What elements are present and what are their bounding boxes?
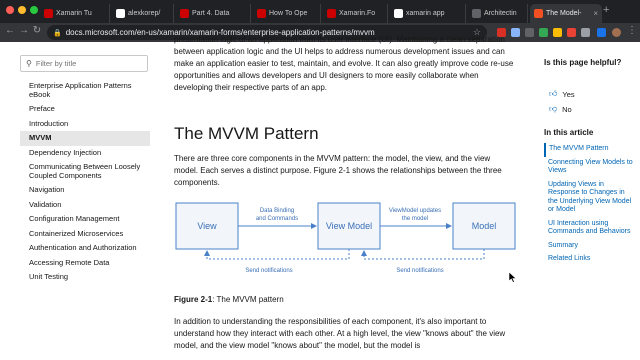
tab-title: Xamarin Tu xyxy=(56,10,92,17)
close-window-button[interactable] xyxy=(6,6,14,14)
toc-link[interactable]: Connecting View Models to Views xyxy=(544,157,636,179)
filter-box[interactable]: ⚲ xyxy=(20,55,148,72)
browser-tab[interactable]: alexkorep/ xyxy=(112,4,174,23)
nav-item[interactable]: Configuration Management xyxy=(20,212,150,227)
filter-input[interactable] xyxy=(35,59,136,68)
notify-view-arrow xyxy=(204,249,350,260)
figure-caption: Figure 2-1: The MVVM pattern xyxy=(174,295,284,304)
tab-favicon-icon xyxy=(394,9,403,18)
nav-item[interactable]: Dependency Injection xyxy=(20,146,150,161)
nav-item[interactable]: Accessing Remote Data xyxy=(20,256,150,271)
new-tab-button[interactable]: + xyxy=(603,4,609,16)
nav-item[interactable]: Communicating Between Loosely Coupled Co… xyxy=(20,160,150,183)
filter-icon: ⚲ xyxy=(26,59,32,68)
nav-item[interactable]: Validation xyxy=(20,198,150,213)
nav-item[interactable]: Preface xyxy=(20,102,150,117)
browser-tab[interactable]: How To Ope xyxy=(253,4,321,23)
vm-updates-label-2: the model xyxy=(402,216,428,222)
close-tab-icon[interactable]: × xyxy=(593,9,598,18)
nav-item[interactable]: Navigation xyxy=(20,183,150,198)
tab-favicon-icon xyxy=(472,9,481,18)
in-this-article-heading: In this article xyxy=(544,128,594,137)
toc-link[interactable]: Related Links xyxy=(544,253,636,267)
browser-tab[interactable]: The Model- × xyxy=(530,4,602,23)
model-label: Model xyxy=(472,221,497,231)
tab-favicon-icon xyxy=(327,9,336,18)
extension-icon[interactable] xyxy=(553,28,562,37)
thumbs-up-icon: 👍︎ xyxy=(549,89,558,98)
tab-title: Xamarin.Fo xyxy=(339,10,376,17)
extension-icon[interactable] xyxy=(539,28,548,37)
tab-title: xamarin app xyxy=(406,10,445,17)
data-binding-label-2: and Commands xyxy=(256,216,298,222)
browser-tab[interactable]: Xamarin.Fo xyxy=(323,4,388,23)
tab-title: alexkorep/ xyxy=(128,10,161,17)
nav-item[interactable]: Unit Testing xyxy=(20,270,150,285)
figure-caption-text: : The MVVM pattern xyxy=(212,295,284,304)
yes-button[interactable]: 👍︎ Yes xyxy=(549,89,575,99)
nav-item[interactable]: Enterprise Application Patterns eBook xyxy=(20,79,150,102)
toc-link[interactable]: Summary xyxy=(544,240,636,254)
figure-number: Figure 2-1 xyxy=(174,295,213,304)
send-notifications-right: Send notifications xyxy=(396,268,443,274)
data-binding-label-1: Data Binding xyxy=(260,208,294,214)
thumbs-down-icon: 👎︎ xyxy=(549,104,558,113)
view-model-label: View Model xyxy=(326,221,372,231)
toc-link[interactable]: UI Interaction using Commands and Behavi… xyxy=(544,218,636,240)
tab-favicon-icon xyxy=(116,9,125,18)
tab-title: The Model- xyxy=(546,10,582,17)
browser-tab[interactable]: Architectin xyxy=(468,4,528,23)
body-paragraph-2: In addition to understanding the respons… xyxy=(174,317,506,350)
browser-tab[interactable]: xamarin app xyxy=(390,4,466,23)
body-paragraph: There are three core components in the M… xyxy=(174,154,502,187)
send-notifications-left: Send notifications xyxy=(245,268,292,274)
mouse-cursor-icon xyxy=(509,272,517,283)
profile-avatar[interactable] xyxy=(612,28,621,37)
nav-item[interactable]: MVVM xyxy=(20,131,150,146)
view-label: View xyxy=(197,221,217,231)
nav-item[interactable]: Containerized Microservices xyxy=(20,227,150,242)
tab-title: How To Ope xyxy=(269,10,308,17)
tab-title: Part 4. Data xyxy=(192,10,230,17)
intro-paragraph: presentation logic of an application fro… xyxy=(174,35,514,92)
no-label: No xyxy=(562,104,572,114)
in-this-article-list: The MVVM Pattern Connecting View Models t… xyxy=(544,143,636,267)
extension-icon[interactable] xyxy=(525,28,534,37)
nav-item[interactable]: Introduction xyxy=(20,117,150,132)
back-icon[interactable]: ← xyxy=(4,25,16,36)
lock-icon: 🔒 xyxy=(53,29,62,37)
toc-link[interactable]: The MVVM Pattern xyxy=(544,143,636,157)
yes-label: Yes xyxy=(562,89,575,99)
forward-icon[interactable]: → xyxy=(18,25,30,36)
tab-favicon-icon xyxy=(44,9,53,18)
section-heading: The MVVM Pattern xyxy=(174,124,319,143)
nav-item[interactable]: Authentication and Authorization xyxy=(20,241,150,256)
extension-icon[interactable] xyxy=(567,28,576,37)
reload-icon[interactable]: ↻ xyxy=(31,25,43,36)
toc-link[interactable]: Updating Views in Response to Changes in… xyxy=(544,179,636,218)
extensions-puzzle-icon[interactable] xyxy=(581,28,590,37)
minimize-window-button[interactable] xyxy=(18,6,26,14)
browser-tab-strip: Xamarin Tu alexkorep/Part 4. Data How To O… xyxy=(0,0,640,23)
no-button[interactable]: 👎︎ No xyxy=(549,104,572,114)
tab-favicon-icon xyxy=(180,9,189,18)
helpful-heading: Is this page helpful? xyxy=(544,58,622,67)
toc-list: Enterprise Application Patterns eBook Pre… xyxy=(20,79,150,285)
browser-tab[interactable]: Xamarin Tu xyxy=(40,4,110,23)
browser-menu-icon[interactable]: ⋮ xyxy=(626,25,638,36)
tab-favicon-icon xyxy=(534,9,543,18)
maximize-window-button[interactable] xyxy=(30,6,38,14)
extension-icon[interactable] xyxy=(597,28,606,37)
tab-favicon-icon xyxy=(257,9,266,18)
browser-tab[interactable]: Part 4. Data xyxy=(176,4,251,23)
tab-title: Architectin xyxy=(484,10,517,17)
notify-vm-arrow xyxy=(361,249,485,260)
vm-updates-label-1: ViewModel updates xyxy=(389,208,441,214)
